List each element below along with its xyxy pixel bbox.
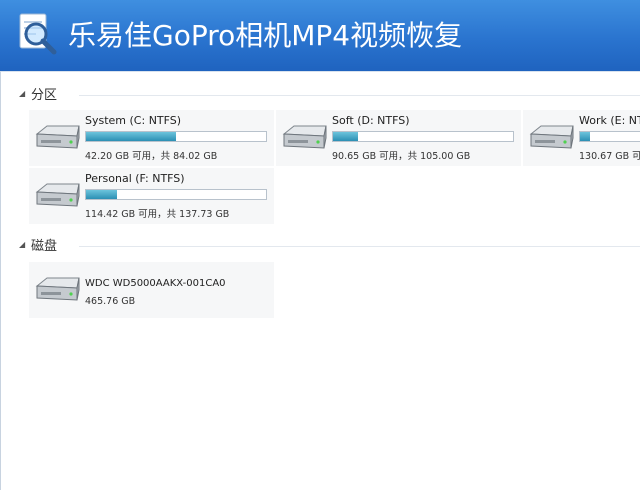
usage-bar — [85, 131, 267, 142]
section-partitions-label: 分区 — [31, 88, 58, 103]
disk-info: 465.76 GB — [85, 296, 136, 307]
disk-name: WDC WD5000AAKX-001CA0 — [85, 278, 226, 289]
section-partitions-header[interactable]: ◢ 分区 — [19, 84, 57, 104]
partition-item[interactable]: Soft (D: NTFS) 90.65 GB 可用，共 105.00 GB — [276, 110, 521, 166]
partition-info: 90.65 GB 可用，共 105.00 GB — [332, 151, 471, 162]
partition-name: Soft (D: NTFS) — [332, 114, 410, 127]
hard-drive-icon — [35, 183, 80, 207]
section-disks-label: 磁盘 — [31, 239, 58, 254]
disk-item[interactable]: WDC WD5000AAKX-001CA0 465.76 GB — [29, 262, 274, 318]
usage-bar-fill — [86, 190, 117, 199]
partition-info: 114.42 GB 可用，共 137.73 GB — [85, 209, 230, 220]
usage-bar — [85, 189, 267, 200]
partition-name: Work (E: NTFS) — [579, 114, 640, 127]
collapse-triangle-icon[interactable]: ◢ — [19, 240, 31, 249]
app-title: 乐易佳GoPro相机MP4视频恢复 — [68, 19, 463, 52]
section-divider — [79, 246, 640, 247]
main-panel: ◢ 分区 System (C: NTFS) 42.20 GB 可用，共 84.02… — [0, 71, 640, 490]
usage-bar-fill — [580, 132, 590, 141]
usage-bar — [579, 131, 640, 142]
partition-info: 130.67 GB 可用 — [579, 151, 640, 162]
partition-item[interactable]: System (C: NTFS) 42.20 GB 可用，共 84.02 GB — [29, 110, 274, 166]
hard-drive-icon — [282, 125, 327, 149]
usage-bar — [332, 131, 514, 142]
magnifier-document-icon — [19, 13, 57, 55]
partition-name: System (C: NTFS) — [85, 114, 182, 127]
partition-item[interactable]: Personal (F: NTFS) 114.42 GB 可用，共 137.73… — [29, 168, 274, 224]
partition-item[interactable]: Work (E: NTFS) 130.67 GB 可用 — [523, 110, 640, 166]
title-bar: 乐易佳GoPro相机MP4视频恢复 — [0, 0, 640, 71]
usage-bar-fill — [86, 132, 176, 141]
section-divider — [79, 95, 640, 96]
section-disks-header[interactable]: ◢ 磁盘 — [19, 235, 57, 255]
partition-name: Personal (F: NTFS) — [85, 172, 185, 185]
hard-drive-icon — [35, 277, 80, 301]
hard-drive-icon — [529, 125, 574, 149]
hard-drive-icon — [35, 125, 80, 149]
usage-bar-fill — [333, 132, 359, 141]
partition-info: 42.20 GB 可用，共 84.02 GB — [85, 151, 218, 162]
collapse-triangle-icon[interactable]: ◢ — [19, 89, 31, 98]
